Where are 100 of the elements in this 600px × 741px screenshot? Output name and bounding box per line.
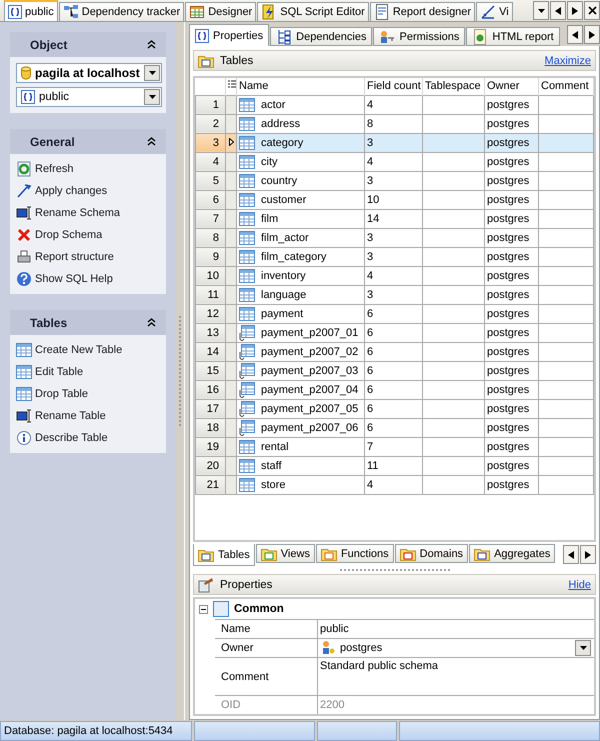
table-name-cell: payment <box>261 308 304 320</box>
table-name-cell: rental <box>261 440 289 452</box>
owner-cell: postgres <box>487 460 530 472</box>
field-count-cell: 6 <box>367 384 374 396</box>
owner-cell: postgres <box>487 402 530 414</box>
property-value: 2200 <box>320 699 346 711</box>
action-link[interactable]: Create New Table <box>16 341 162 359</box>
table-name-cell: film_category <box>261 250 326 262</box>
property-label: Name <box>221 623 250 635</box>
action-link[interactable]: Rename Table <box>16 407 162 425</box>
action-link[interactable]: Drop Table <box>16 385 162 403</box>
field-count-cell: 11 <box>367 460 378 472</box>
row-number: 3 <box>196 133 226 152</box>
object-type-tab[interactable]: Views <box>256 544 315 563</box>
table-name-cell: staff <box>261 460 282 472</box>
owner-cell: postgres <box>487 232 530 244</box>
owner-cell: postgres <box>487 422 530 434</box>
schema-select[interactable]: public <box>16 87 162 107</box>
row-number: 4 <box>196 152 226 171</box>
database-select[interactable]: pagila at localhost <box>16 63 162 83</box>
column-header[interactable]: Comment <box>538 78 594 95</box>
row-number: 18 <box>196 418 226 437</box>
row-number: 11 <box>196 285 226 304</box>
column-header[interactable]: Name <box>236 78 364 95</box>
owner-cell: postgres <box>487 440 530 452</box>
status-text: Database: pagila at localhost:5434 <box>0 721 192 741</box>
object-tab[interactable]: Permissions <box>373 27 466 46</box>
document-tab[interactable]: Report designer <box>370 2 476 21</box>
action-link[interactable]: Describe Table <box>16 429 162 447</box>
group-title: Common <box>234 603 284 615</box>
action-link[interactable]: Apply changes <box>16 182 162 200</box>
row-number: 17 <box>196 399 226 418</box>
object-type-tab[interactable]: Tables <box>193 544 255 566</box>
owner-cell: postgres <box>487 250 530 262</box>
property-value[interactable]: public <box>320 623 592 635</box>
object-tab[interactable]: Properties <box>189 24 270 46</box>
document-tab[interactable]: Designer <box>185 2 256 21</box>
owner-cell: postgres <box>487 384 530 396</box>
hide-link[interactable]: Hide <box>568 578 591 590</box>
table-name-cell: payment_p2007_03 <box>261 364 358 376</box>
owner-cell: postgres <box>487 98 530 110</box>
document-tab[interactable]: Vi <box>476 2 513 21</box>
table-name-cell: language <box>261 288 306 300</box>
field-count-cell: 8 <box>367 118 374 130</box>
row-number: 13 <box>196 323 226 342</box>
field-count-cell: 4 <box>367 270 374 282</box>
column-header[interactable]: Field count <box>364 78 422 95</box>
table-name-cell: payment_p2007_06 <box>261 422 358 434</box>
row-number: 12 <box>196 304 226 323</box>
object-tab[interactable]: HTML report <box>466 27 560 46</box>
object-type-tab[interactable]: Domains <box>394 544 468 563</box>
row-number: 19 <box>196 437 226 456</box>
row-number: 7 <box>196 209 226 228</box>
action-link[interactable]: Show SQL Help <box>16 270 162 288</box>
section-title: Tables <box>220 54 254 66</box>
table-name-cell: store <box>261 478 286 490</box>
property-value[interactable]: Standard public schema <box>320 660 592 672</box>
table-name-cell: category <box>261 136 304 148</box>
owner-cell: postgres <box>487 288 530 300</box>
column-header[interactable]: Tablespace <box>422 78 484 95</box>
owner-cell: postgres <box>487 326 530 338</box>
field-count-cell: 3 <box>367 250 374 262</box>
owner-cell: postgres <box>487 194 530 206</box>
column-header[interactable]: Owner <box>484 78 538 95</box>
field-count-cell: 6 <box>367 326 374 338</box>
field-count-cell: 3 <box>367 232 374 244</box>
action-link[interactable]: Edit Table <box>16 363 162 381</box>
owner-cell: postgres <box>487 270 530 282</box>
field-count-cell: 6 <box>367 402 374 414</box>
table-name-cell: payment_p2007_01 <box>261 326 358 338</box>
object-tab[interactable]: Dependencies <box>270 27 372 46</box>
field-count-cell: 3 <box>367 136 374 148</box>
field-count-cell: 14 <box>367 212 380 224</box>
object-type-tab[interactable]: Aggregates <box>469 544 556 563</box>
action-link[interactable]: Drop Schema <box>16 226 162 244</box>
document-tab[interactable]: SQL Script Editor <box>257 2 369 21</box>
row-number: 21 <box>196 475 226 494</box>
row-number: 10 <box>196 266 226 285</box>
field-count-cell: 7 <box>367 440 374 452</box>
owner-cell: postgres <box>487 174 530 186</box>
panel-title: Object <box>30 38 68 52</box>
table-name-cell: payment_p2007_04 <box>261 384 358 396</box>
object-type-tab[interactable]: Functions <box>316 544 394 563</box>
field-count-cell: 6 <box>367 308 374 320</box>
table-name-cell: city <box>261 156 278 168</box>
table-name-cell: inventory <box>261 270 306 282</box>
row-number: 1 <box>196 95 226 114</box>
table-name-cell: actor <box>261 98 286 110</box>
owner-cell: postgres <box>487 308 530 320</box>
panel-title: General <box>30 134 75 148</box>
property-label: OID <box>221 699 241 711</box>
action-link[interactable]: Report structure <box>16 248 162 266</box>
action-link[interactable]: Rename Schema <box>16 204 162 222</box>
property-value[interactable]: postgres <box>340 642 571 654</box>
document-tab[interactable]: public <box>4 0 58 21</box>
maximize-link[interactable]: Maximize <box>544 54 591 66</box>
action-link[interactable]: Refresh <box>16 160 162 178</box>
row-number: 2 <box>196 114 226 133</box>
document-tab[interactable]: Dependency tracker <box>58 2 184 21</box>
table-name-cell: customer <box>261 194 306 206</box>
